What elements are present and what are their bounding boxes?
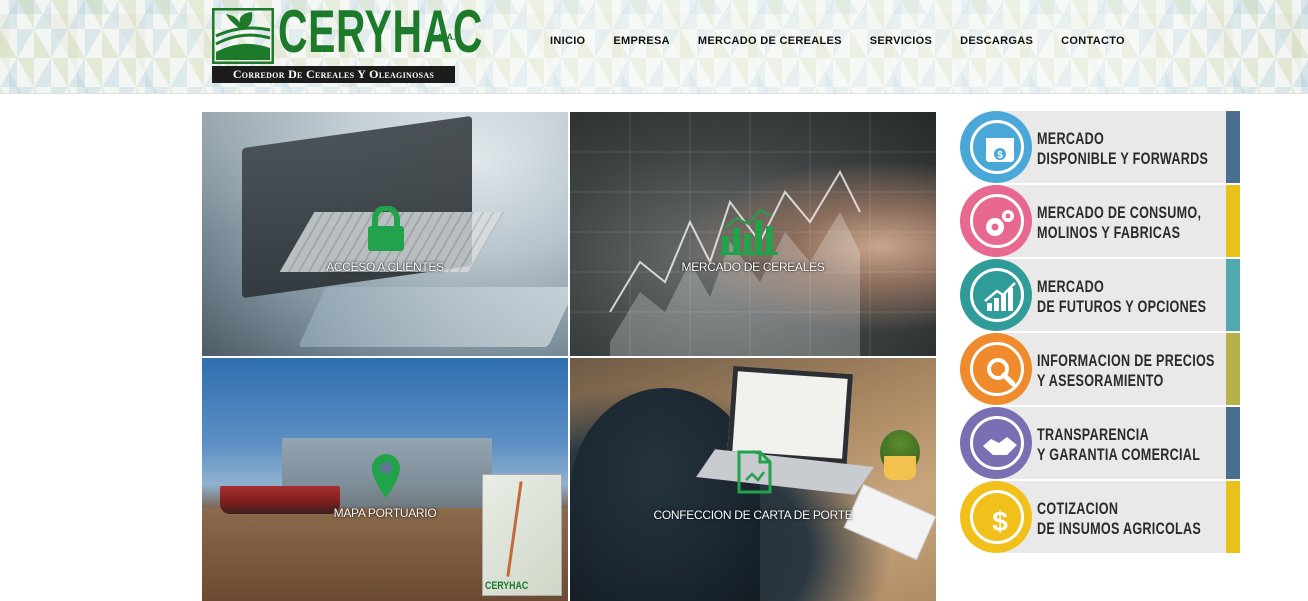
svg-text:$: $ <box>992 506 1008 537</box>
service-color-bar <box>1226 185 1240 257</box>
service-title-line-1: COTIZACION <box>1037 499 1119 518</box>
service-color-bar <box>1226 111 1240 183</box>
main-nav: INICIO EMPRESA MERCADO DE CEREALES SERVI… <box>550 35 1153 47</box>
tile-label: MERCADO DE CEREALES <box>681 260 825 274</box>
tablet-image <box>298 287 568 347</box>
site-header: CERYHAC S.A. Corredor De Cereales Y Olea… <box>0 0 1308 94</box>
nav-servicios[interactable]: SERVICIOS <box>870 35 932 47</box>
leaf-field-icon <box>212 8 274 64</box>
bar-chart-icon <box>720 208 778 255</box>
nav-contacto[interactable]: CONTACTO <box>1061 35 1125 47</box>
service-icon-circle: $ <box>970 120 1024 174</box>
magnifier-icon <box>987 358 1016 387</box>
service-title-line-1: MERCADO DE CONSUMO, <box>1037 203 1202 222</box>
nav-descargas[interactable]: DESCARGAS <box>960 35 1033 47</box>
service-title-line-1: MERCADO <box>1037 277 1105 296</box>
tile-label: CONFECCION DE CARTA DE PORTE <box>653 508 853 522</box>
tile-label: MAPA PORTUARIO <box>333 506 437 520</box>
nav-mercado-de-cereales[interactable]: MERCADO DE CEREALES <box>698 35 842 47</box>
service-icon-ring <box>960 185 1032 257</box>
feature-tiles: ACCESO A CLIENTES MERCADO DE CEREALES CE… <box>202 112 936 601</box>
dollar-coin-icon: $ <box>992 506 1008 537</box>
tile-mercado-de-cereales[interactable]: MERCADO DE CEREALES <box>570 112 936 356</box>
tile-mapa-portuario[interactable]: CERYHAC MAPA PORTUARIO <box>202 358 568 601</box>
pot-image <box>884 456 916 480</box>
service-title-line-2: Y GARANTIA COMERCIAL <box>1037 445 1201 464</box>
lock-icon <box>368 206 404 251</box>
service-item[interactable]: MERCADO DE FUTUROS Y OPCIONES <box>958 259 1242 331</box>
tile-confeccion-de-carta-de-porte[interactable]: CONFECCION DE CARTA DE PORTE <box>570 358 936 601</box>
service-title-line-1: INFORMACION DE PRECIOS <box>1037 351 1215 370</box>
map-logo: CERYHAC <box>485 580 529 592</box>
service-title-line-2: DISPONIBLE Y FORWARDS <box>1037 149 1209 168</box>
service-title-line-2: DE INSUMOS AGRICOLAS <box>1037 519 1202 538</box>
brand-logo[interactable]: CERYHAC S.A. Corredor De Cereales Y Olea… <box>212 2 482 84</box>
service-panel <box>998 111 1226 183</box>
brand-tagline: Corredor De Cereales Y Oleaginosas <box>212 66 455 83</box>
service-item[interactable]: TRANSPARENCIA Y GARANTIA COMERCIAL <box>958 407 1242 479</box>
document-icon <box>737 450 772 494</box>
service-icon-circle: $ <box>970 490 1024 544</box>
service-title-line-2: MOLINOS Y FABRICAS <box>1037 223 1181 242</box>
nav-inicio[interactable]: INICIO <box>550 35 585 47</box>
service-title-line-1: MERCADO <box>1037 129 1105 148</box>
brand-suffix: S.A. <box>438 32 456 42</box>
service-item[interactable]: $ MERCADO DISPONIBLE Y FORWARDS <box>958 111 1242 183</box>
service-color-bar <box>1226 259 1240 331</box>
service-icon-ring: $ <box>960 481 1032 553</box>
service-icon-ring <box>960 407 1032 479</box>
service-color-bar <box>1226 333 1240 405</box>
service-icon-circle <box>970 342 1024 396</box>
svg-text:$: $ <box>997 150 1003 161</box>
tile-label: ACCESO A CLIENTES <box>326 260 444 274</box>
nav-empresa[interactable]: EMPRESA <box>613 35 670 47</box>
gears-icon <box>986 210 1014 236</box>
service-icon-circle <box>970 194 1024 248</box>
service-item[interactable]: MERCADO DE CONSUMO, MOLINOS Y FABRICAS <box>958 185 1242 257</box>
map-road <box>506 481 523 577</box>
service-panel <box>998 259 1226 331</box>
service-color-bar <box>1226 481 1240 553</box>
calendar-dollar-icon: $ <box>986 138 1014 162</box>
service-icon-ring: $ <box>960 111 1032 183</box>
tile-acceso-a-clientes[interactable]: ACCESO A CLIENTES <box>202 112 568 356</box>
service-item[interactable]: $ COTIZACION DE INSUMOS AGRICOLAS <box>958 481 1242 553</box>
service-icon-circle <box>970 416 1024 470</box>
service-color-bar <box>1226 407 1240 479</box>
growth-chart-icon <box>984 282 1016 311</box>
map-inset: CERYHAC <box>482 474 562 596</box>
service-icon-circle <box>970 268 1024 322</box>
map-pin-icon <box>372 454 400 498</box>
service-icon-ring <box>960 333 1032 405</box>
service-title-line-2: Y ASESORAMIENTO <box>1037 371 1164 390</box>
service-icon-ring <box>960 259 1032 331</box>
service-item[interactable]: INFORMACION DE PRECIOS Y ASESORAMIENTO <box>958 333 1242 405</box>
service-title-line-1: TRANSPARENCIA <box>1037 425 1149 444</box>
notebook-image <box>843 483 936 561</box>
handshake-icon <box>983 437 1017 455</box>
service-title-line-2: DE FUTUROS Y OPCIONES <box>1037 297 1207 316</box>
